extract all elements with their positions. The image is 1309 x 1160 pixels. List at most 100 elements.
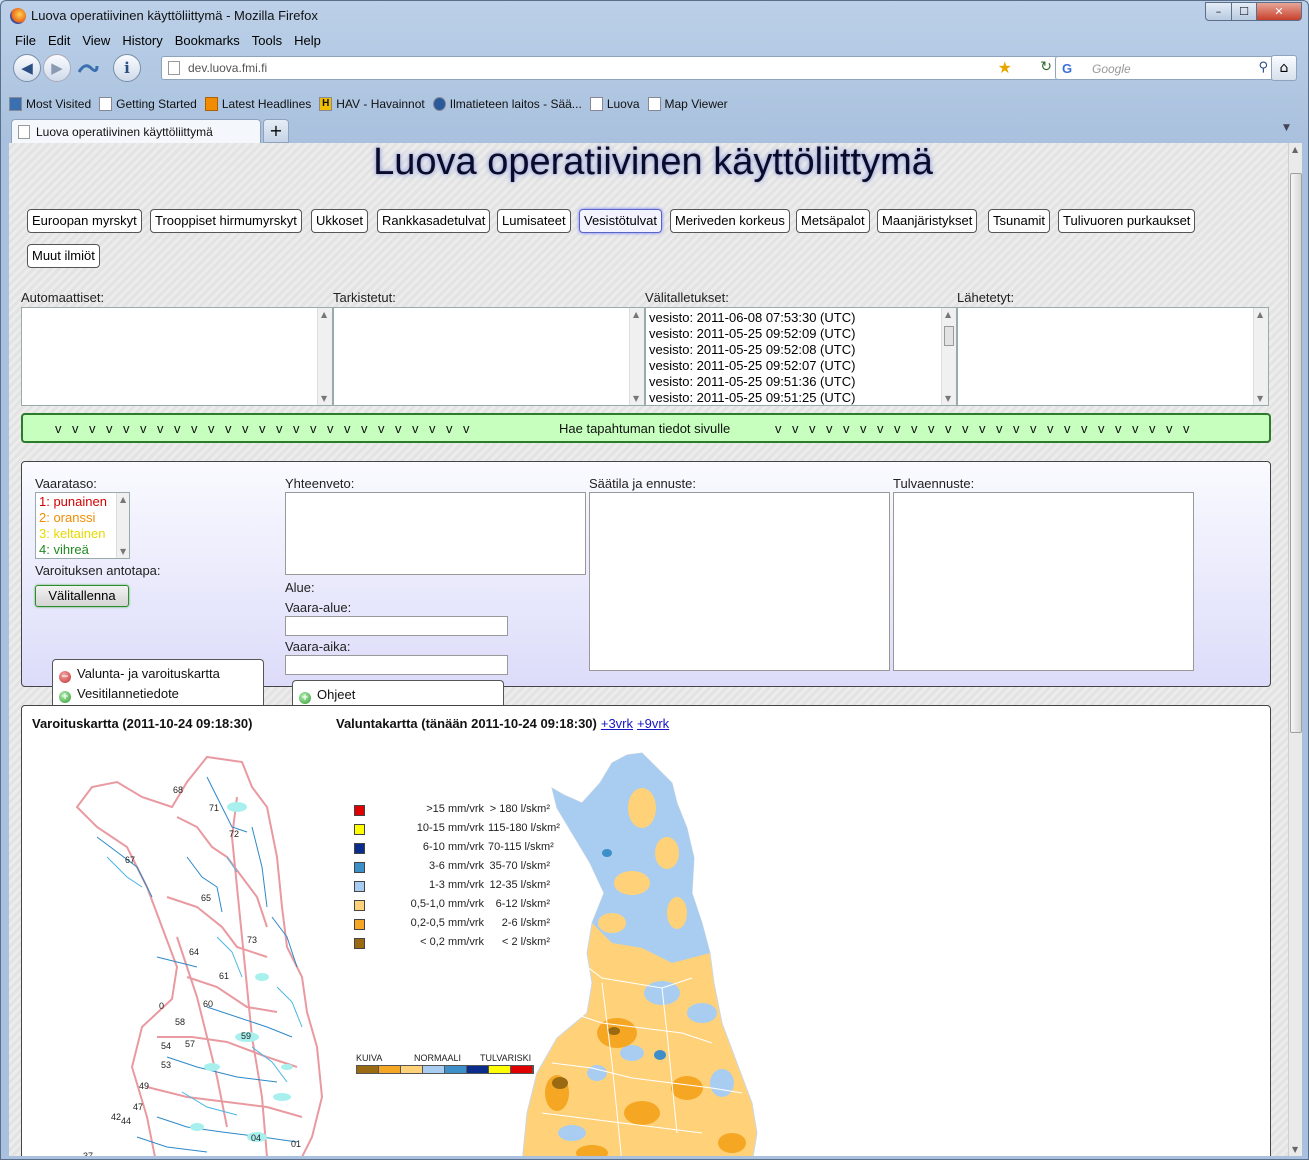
arrow-row-right: vvvvvvvvvvvvvvvvvvvvvvvvv bbox=[775, 421, 1200, 436]
scroll-up-icon[interactable]: ▲ bbox=[120, 495, 126, 504]
scrollbar[interactable]: ▲ ▼ bbox=[629, 308, 644, 405]
legend-swatch bbox=[354, 938, 365, 949]
saved-list[interactable]: vesisto: 2011-06-08 07:53:30 (UTC) vesis… bbox=[645, 307, 957, 406]
category-ukkoset[interactable]: Ukkoset bbox=[311, 209, 368, 233]
checked-list[interactable]: ▲ ▼ bbox=[333, 307, 645, 406]
scrollbar[interactable]: ▲ ▼ bbox=[1253, 308, 1268, 405]
category-euroopan-myrskyt[interactable]: Euroopan myrskyt bbox=[27, 209, 142, 233]
legend-mm-label: 10-15 mm/vrk bbox=[416, 822, 484, 834]
category-tulivuoren-purkaukset[interactable]: Tulivuoren purkaukset bbox=[1058, 209, 1196, 233]
bookmark-hav[interactable]: H HAV - Havainnot bbox=[319, 93, 425, 115]
danger-level-select[interactable]: 1: punainen 2: oranssi 3: keltainen 4: v… bbox=[35, 492, 130, 559]
menu-edit[interactable]: Edit bbox=[42, 31, 76, 51]
scrollbar[interactable]: ▲ ▼ bbox=[941, 308, 956, 405]
scroll-thumb[interactable] bbox=[1290, 173, 1302, 733]
category-muut-ilmiot[interactable]: Muut ilmiöt bbox=[27, 244, 100, 268]
flood-forecast-textarea[interactable] bbox=[893, 492, 1194, 671]
weather-textarea[interactable] bbox=[589, 492, 890, 671]
automatic-list[interactable]: ▲ ▼ bbox=[21, 307, 333, 406]
scroll-up-icon[interactable]: ▲ bbox=[633, 310, 639, 319]
danger-area-input[interactable] bbox=[285, 616, 508, 636]
menu-tools[interactable]: Tools bbox=[246, 31, 288, 51]
tab-luova[interactable]: Luova operatiivinen käyttöliittymä bbox=[11, 119, 261, 143]
menu-file[interactable]: File bbox=[9, 31, 42, 51]
bookmark-luova[interactable]: Luova bbox=[589, 93, 640, 115]
bookmark-latest-headlines[interactable]: Latest Headlines bbox=[204, 93, 311, 115]
scroll-down-icon[interactable]: ▼ bbox=[321, 394, 327, 403]
scroll-down-icon[interactable]: ▼ bbox=[633, 394, 639, 403]
summary-textarea[interactable] bbox=[285, 492, 586, 575]
tab-instructions[interactable]: + Ohjeet bbox=[292, 680, 504, 707]
bookmark-map-viewer[interactable]: Map Viewer bbox=[647, 93, 728, 115]
collapse-icon[interactable]: − bbox=[59, 671, 71, 683]
bookmark-most-visited[interactable]: Most Visited bbox=[9, 93, 91, 115]
bookmark-star-icon[interactable]: ★ bbox=[998, 58, 1012, 77]
menu-bookmarks[interactable]: Bookmarks bbox=[169, 31, 246, 51]
back-button[interactable]: ◀ bbox=[13, 54, 41, 82]
scrollbar[interactable]: ▲ ▼ bbox=[317, 308, 332, 405]
save-button[interactable]: Välitallenna bbox=[35, 585, 129, 607]
bookmark-getting-started[interactable]: Getting Started bbox=[99, 93, 197, 115]
category-trooppiset-hirmumyrskyt[interactable]: Trooppiset hirmumyrskyt bbox=[150, 209, 302, 233]
list-item[interactable]: vesisto: 2011-05-25 09:52:08 (UTC) bbox=[646, 342, 956, 358]
fetch-event-button[interactable]: vvvvvvvvvvvvvvvvvvvvvvvvv Hae tapahtuman… bbox=[21, 413, 1271, 443]
scroll-down-icon[interactable]: ▼ bbox=[1257, 394, 1263, 403]
google-icon[interactable]: G bbox=[1062, 61, 1072, 76]
search-bar[interactable]: G Google ⚲ bbox=[1055, 56, 1275, 80]
legend-swatch bbox=[354, 805, 365, 816]
category-tsunamit[interactable]: Tsunamit bbox=[988, 209, 1051, 233]
expand-icon[interactable]: + bbox=[299, 692, 311, 704]
scroll-up-icon[interactable]: ▲ bbox=[1257, 310, 1263, 319]
category-metsapalot[interactable]: Metsäpalot bbox=[796, 209, 870, 233]
history-dropdown-icon[interactable] bbox=[77, 60, 99, 78]
close-button[interactable]: ✕ bbox=[1256, 2, 1302, 21]
runoff-warning-map-item[interactable]: − Valunta- ja varoituskartta bbox=[59, 666, 220, 683]
scrollbar[interactable]: ▲ ▼ bbox=[116, 493, 129, 558]
instructions-item[interactable]: + Ohjeet bbox=[299, 687, 355, 704]
list-item[interactable]: vesisto: 2011-06-08 07:53:30 (UTC) bbox=[646, 310, 956, 326]
menu-history[interactable]: History bbox=[116, 31, 168, 51]
link-9-days[interactable]: +9vrk bbox=[637, 716, 669, 731]
danger-time-input[interactable] bbox=[285, 655, 508, 675]
search-input[interactable]: Google bbox=[1092, 62, 1131, 76]
water-bulletin-item[interactable]: + Vesitilannetiedote bbox=[59, 686, 179, 703]
url-bar[interactable]: dev.luova.fmi.fi ★ ↻ bbox=[161, 56, 1059, 80]
link-3-days[interactable]: +3vrk bbox=[601, 716, 633, 731]
danger-area-label: Vaara-alue: bbox=[285, 600, 352, 615]
scroll-down-icon[interactable]: ▼ bbox=[945, 394, 951, 403]
tab-list-icon[interactable]: ▼ bbox=[1283, 123, 1290, 133]
category-vesistotulvat[interactable]: Vesistötulvat bbox=[579, 209, 662, 233]
menu-help[interactable]: Help bbox=[288, 31, 327, 51]
category-meriveden-korkeus[interactable]: Meriveden korkeus bbox=[670, 209, 790, 233]
tab-runoff-warning-map[interactable]: − Valunta- ja varoituskartta + Vesitilanne… bbox=[52, 659, 264, 707]
category-maanjaristykset[interactable]: Maanjäristykset bbox=[877, 209, 978, 233]
search-icon[interactable]: ⚲ bbox=[1258, 60, 1268, 75]
home-button[interactable]: ⌂ bbox=[1271, 55, 1297, 81]
reload-icon[interactable]: ↻ bbox=[1040, 59, 1052, 75]
url-text[interactable]: dev.luova.fmi.fi bbox=[188, 61, 267, 75]
forward-button[interactable]: ▶ bbox=[43, 54, 71, 82]
scroll-down-icon[interactable]: ▼ bbox=[1292, 1145, 1298, 1154]
scroll-thumb[interactable] bbox=[944, 326, 954, 346]
scroll-down-icon[interactable]: ▼ bbox=[120, 547, 126, 556]
maximize-button[interactable]: ☐ bbox=[1231, 2, 1257, 21]
scroll-up-icon[interactable]: ▲ bbox=[321, 310, 327, 319]
category-rankkasadetulvat[interactable]: Rankkasadetulvat bbox=[377, 209, 491, 233]
page-info-icon[interactable]: i bbox=[113, 54, 141, 82]
menu-view[interactable]: View bbox=[76, 31, 116, 51]
arrow-row-left: vvvvvvvvvvvvvvvvvvvvvvvvv bbox=[55, 421, 480, 436]
list-item[interactable]: vesisto: 2011-05-25 09:51:36 (UTC) bbox=[646, 374, 956, 390]
minimize-button[interactable]: – bbox=[1205, 2, 1232, 21]
category-lumisateet[interactable]: Lumisateet bbox=[497, 209, 571, 233]
scroll-up-icon[interactable]: ▲ bbox=[1292, 145, 1298, 154]
area-number: 0 bbox=[159, 1001, 164, 1011]
new-tab-button[interactable]: + bbox=[263, 119, 289, 143]
bookmark-ilmatieteen-laitos[interactable]: Ilmatieteen laitos - Sää... bbox=[432, 93, 582, 115]
list-item[interactable]: vesisto: 2011-05-25 09:51:25 (UTC) bbox=[646, 390, 956, 405]
page-scrollbar[interactable]: ▲ ▼ bbox=[1288, 143, 1302, 1156]
list-item[interactable]: vesisto: 2011-05-25 09:52:07 (UTC) bbox=[646, 358, 956, 374]
scroll-up-icon[interactable]: ▲ bbox=[945, 310, 951, 319]
expand-icon[interactable]: + bbox=[59, 691, 71, 703]
list-item[interactable]: vesisto: 2011-05-25 09:52:09 (UTC) bbox=[646, 326, 956, 342]
sent-list[interactable]: ▲ ▼ bbox=[957, 307, 1269, 406]
